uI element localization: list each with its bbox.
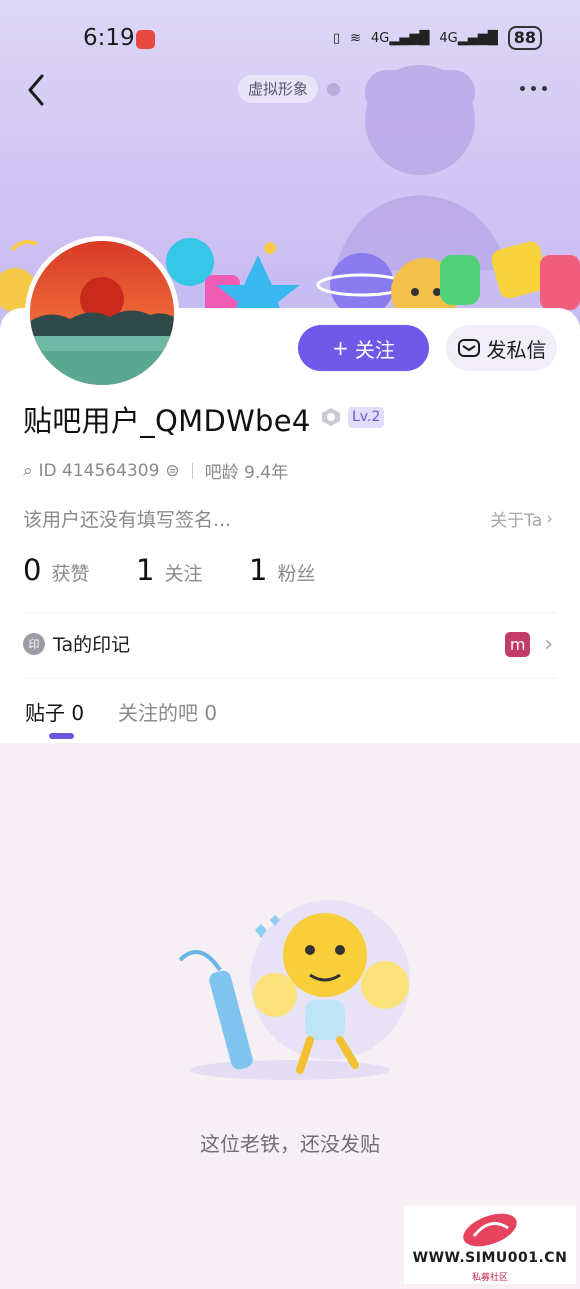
- back-arrow-icon: [28, 74, 44, 106]
- message-label: 发私信: [486, 337, 547, 362]
- search-icon: ⌕: [23, 460, 33, 481]
- chevron-right-icon: ›: [546, 508, 553, 529]
- mark-badge-icon: m: [505, 632, 531, 657]
- ta-mark-row[interactable]: 印 Ta的印记: [23, 630, 130, 657]
- tab-count: 0: [71, 701, 85, 725]
- stat-likes[interactable]: 0 获赞: [23, 553, 89, 587]
- tab-count: 0: [204, 701, 218, 725]
- stat-value: 1: [249, 553, 268, 587]
- watermark-logo: [463, 1213, 517, 1247]
- seal-icon: 印: [23, 632, 45, 655]
- separator: [191, 462, 193, 479]
- stat-label: 关注: [164, 563, 203, 585]
- chevron-right-icon: ›: [544, 632, 553, 657]
- back-button[interactable]: [22, 70, 52, 110]
- copy-icon[interactable]: ⊜: [165, 461, 179, 481]
- user-id: ID 414564309: [38, 460, 160, 481]
- stat-label: 粉丝: [277, 563, 316, 585]
- signal-icon-2: 4G▂▄▆█: [439, 30, 498, 46]
- divider: [23, 612, 557, 613]
- wifi-icon: ≋: [350, 30, 362, 46]
- bar-age: 吧龄 9.4年: [204, 463, 289, 483]
- stat-label: 获赞: [51, 563, 90, 585]
- stat-fans[interactable]: 1 粉丝: [249, 553, 315, 587]
- active-tab-indicator: [49, 733, 74, 739]
- status-bar: 6:19 ▯ ≋ 4G▂▄▆█ 4G▂▄▆█ 88: [0, 0, 580, 80]
- stat-value: 1: [136, 553, 155, 587]
- more-dot-icon: [542, 85, 547, 91]
- signature-text: 该用户还没有填写签名...: [23, 509, 232, 531]
- app-notification-icon: [136, 30, 155, 49]
- mark-right[interactable]: m ›: [505, 632, 553, 657]
- network-type-label: 4G: [371, 30, 390, 46]
- user-badge-icon[interactable]: [320, 406, 342, 428]
- mark-label: Ta的印记: [53, 634, 131, 656]
- divider: [23, 678, 557, 679]
- follow-button[interactable]: + 关注: [298, 325, 429, 371]
- vibrate-icon: ▯: [332, 30, 341, 46]
- avatar[interactable]: [25, 236, 179, 390]
- about-link[interactable]: 关于Ta ›: [490, 506, 553, 532]
- envelope-icon: [457, 339, 480, 357]
- avatar-image: [30, 241, 174, 385]
- watermark-text: WWW.SIMU001.CN: [412, 1250, 568, 1266]
- more-button[interactable]: [520, 78, 554, 98]
- tab-followed-bars[interactable]: 关注的吧 0: [118, 697, 217, 726]
- more-dot-icon: [520, 85, 525, 91]
- network-type-label: 4G: [439, 30, 458, 46]
- status-icons: ▯ ≋ 4G▂▄▆█ 4G▂▄▆█ 88: [333, 26, 542, 50]
- tab-label: 贴子: [25, 701, 65, 725]
- empty-state-text: 这位老铁，还没发贴: [200, 1132, 380, 1156]
- stat-following[interactable]: 1 关注: [136, 553, 202, 587]
- private-message-button[interactable]: 发私信: [446, 325, 557, 371]
- virtual-avatar-tag[interactable]: 虚拟形象: [238, 75, 319, 103]
- tab-label: 关注的吧: [118, 701, 198, 725]
- about-label: 关于Ta: [490, 511, 543, 531]
- battery-icon: 88: [507, 26, 542, 50]
- username: 贴吧用户_QMDWbe4: [23, 404, 311, 438]
- signal-icon-1: 4G▂▄▆█: [371, 30, 430, 46]
- tab-posts[interactable]: 贴子 0: [25, 697, 84, 726]
- more-dot-icon: [531, 85, 536, 91]
- level-badge[interactable]: Lv.2: [348, 407, 385, 428]
- follow-label: 关注: [354, 337, 395, 362]
- stat-value: 0: [23, 553, 42, 587]
- tag-dot: [327, 83, 340, 96]
- empty-illustration: [178, 900, 410, 1080]
- watermark-subtext: 私募社区: [471, 1273, 508, 1283]
- id-row: ⌕ ID 414564309 ⊜ 吧龄 9.4年: [23, 458, 289, 484]
- plus-icon: +: [332, 336, 349, 360]
- status-time: 6:19: [83, 25, 135, 51]
